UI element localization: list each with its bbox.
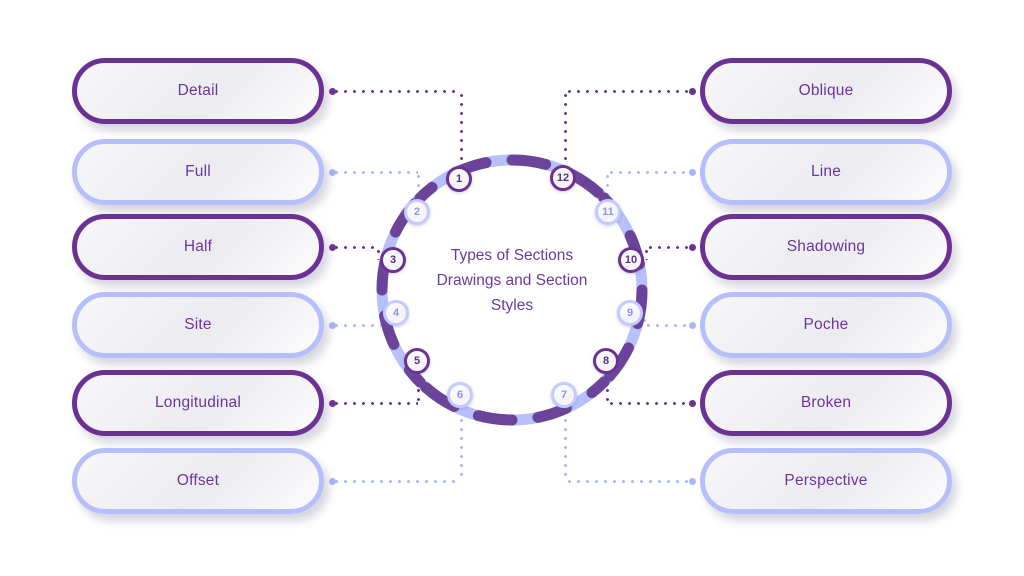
connector-full-horizontal-endpoint: [328, 168, 336, 176]
connector-perspective-horizontal-endpoint: [688, 477, 696, 485]
connector-detail-horizontal-endpoint: [328, 87, 336, 95]
connector-detail-horizontal: [332, 89, 461, 93]
pill-label: Line: [810, 163, 842, 180]
step-badge-12[interactable]: 12: [550, 165, 576, 191]
connector-site-horizontal-endpoint: [328, 321, 336, 329]
section-type-pill-half[interactable]: Half: [72, 214, 324, 280]
connector-perspective-horizontal: [565, 479, 692, 483]
connector-shadowing-horizontal-endpoint: [688, 243, 696, 251]
section-type-pill-offset[interactable]: Offset: [72, 448, 324, 514]
pill-label: Perspective: [784, 472, 868, 489]
center-title: Types of Sections Drawings and Section S…: [419, 243, 605, 318]
section-type-pill-perspective[interactable]: Perspective: [700, 448, 952, 514]
connector-half-horizontal-endpoint: [328, 243, 336, 251]
pill-label: Site: [184, 316, 212, 333]
connector-longitudinal-horizontal-endpoint: [328, 399, 336, 407]
pill-label: Longitudinal: [154, 394, 241, 411]
pill-label: Poche: [803, 316, 849, 333]
step-badge-7[interactable]: 7: [551, 382, 577, 408]
connector-oblique-horizontal: [565, 89, 692, 93]
connector-offset-horizontal: [332, 479, 461, 483]
section-type-pill-broken[interactable]: Broken: [700, 370, 952, 436]
section-type-pill-full[interactable]: Full: [72, 139, 324, 205]
step-badge-9[interactable]: 9: [617, 300, 643, 326]
pill-label: Half: [183, 238, 213, 255]
pill-label: Detail: [177, 82, 219, 99]
section-type-pill-poche[interactable]: Poche: [700, 292, 952, 358]
step-badge-4[interactable]: 4: [383, 300, 409, 326]
center-title-line-3: Styles: [490, 297, 534, 314]
section-type-pill-oblique[interactable]: Oblique: [700, 58, 952, 124]
section-type-pill-shadowing[interactable]: Shadowing: [700, 214, 952, 280]
section-type-pill-site[interactable]: Site: [72, 292, 324, 358]
step-badge-11[interactable]: 11: [595, 199, 621, 225]
pill-label: Broken: [800, 394, 852, 411]
step-badge-3[interactable]: 3: [380, 247, 406, 273]
connector-broken-horizontal-endpoint: [688, 399, 696, 407]
step-badge-10[interactable]: 10: [618, 247, 644, 273]
section-type-pill-detail[interactable]: Detail: [72, 58, 324, 124]
connector-oblique-horizontal-endpoint: [688, 87, 696, 95]
infographic-canvas: Detail Full Half Site Longitudinal Offset Obl…: [0, 0, 1024, 576]
pill-label: Offset: [176, 472, 220, 489]
step-badge-8[interactable]: 8: [593, 348, 619, 374]
pill-label: Shadowing: [786, 238, 866, 255]
pill-label: Full: [185, 163, 211, 180]
center-title-line-2: Drawings and Section: [436, 272, 588, 289]
step-badge-1[interactable]: 1: [446, 166, 472, 192]
pill-label: Oblique: [798, 82, 854, 99]
step-badge-2[interactable]: 2: [404, 199, 430, 225]
connector-poche-horizontal-endpoint: [688, 321, 696, 329]
connector-line-horizontal-endpoint: [688, 168, 696, 176]
connector-offset-horizontal-endpoint: [328, 477, 336, 485]
section-type-pill-line[interactable]: Line: [700, 139, 952, 205]
step-badge-6[interactable]: 6: [447, 382, 473, 408]
step-badge-5[interactable]: 5: [404, 348, 430, 374]
section-type-pill-longitudinal[interactable]: Longitudinal: [72, 370, 324, 436]
center-title-line-1: Types of Sections: [450, 247, 574, 264]
